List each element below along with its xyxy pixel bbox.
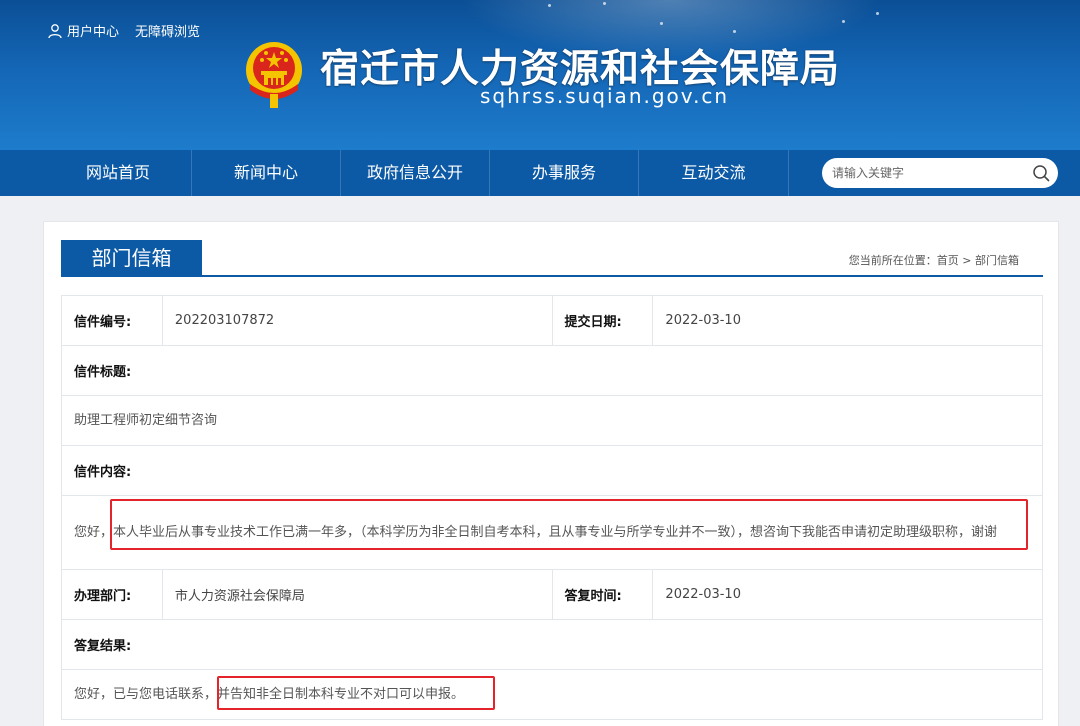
submit-date-label: 提交日期: (551, 295, 654, 346)
table-row: 您好，已与您电话联系，并告知非全日制本科专业不对口可以申报。 (61, 669, 1043, 720)
content-label: 信件内容: (61, 445, 1043, 496)
site-domain: sqhrss.suqian.gov.cn (480, 84, 730, 108)
search-box (822, 158, 1058, 188)
reply-result: 您好，已与您电话联系，并告知非全日制本科专业不对口可以申报。 (61, 669, 1043, 720)
letter-detail-table: 信件编号: 202203107872 提交日期: 2022-03-10 信件标题… (61, 295, 1043, 720)
reply-body: 并告知非全日制本科专业不对口可以申报。 (217, 686, 465, 702)
main-nav: 网站首页 新闻中心 政府信息公开 办事服务 互动交流 (0, 150, 1080, 196)
table-row: 信件标题: (61, 345, 1043, 396)
accessibility-link[interactable]: 无障碍浏览 (135, 21, 200, 40)
breadcrumb-prefix: 您当前所在位置： (848, 254, 937, 267)
letter-content-body: 本人毕业后从事专业技术工作已满一年多，（本科学历为非全日制自考本科，且从事专业与… (113, 524, 998, 540)
nav-divider (788, 150, 789, 196)
reply-time-label: 答复时间: (551, 569, 654, 620)
subject-label: 信件标题: (61, 345, 1043, 396)
letter-content: 您好，本人毕业后从事专业技术工作已满一年多，（本科学历为非全日制自考本科，且从事… (61, 495, 1043, 570)
nav-item-gov-info[interactable]: 政府信息公开 (341, 150, 489, 196)
reply-time: 2022-03-10 (652, 569, 1043, 620)
table-row: 助理工程师初定细节咨询 (61, 395, 1043, 446)
table-row: 办理部门: 市人力资源社会保障局 答复时间: 2022-03-10 (61, 569, 1043, 620)
letter-content-prefix: 您好， (74, 524, 114, 540)
breadcrumb: 您当前所在位置：首页 > 部门信箱 (849, 252, 1019, 268)
breadcrumb-separator: > (962, 254, 972, 267)
national-emblem-icon (246, 42, 302, 108)
table-row: 信件内容: (61, 445, 1043, 496)
search-input[interactable] (832, 163, 1022, 183)
section-title: 部门信箱 (61, 240, 202, 277)
letter-number: 202203107872 (161, 295, 553, 346)
nav-item-news[interactable]: 新闻中心 (192, 150, 340, 196)
site-header: 用户中心 无障碍浏览 宿迁市人力资源和社会保障局 sqhrss.suqian.g… (0, 0, 1080, 150)
table-row: 信件编号: 202203107872 提交日期: 2022-03-10 (61, 295, 1043, 346)
table-row: 答复结果: (61, 619, 1043, 670)
reply-prefix: 您好，已与您电话联系， (74, 686, 218, 702)
user-center-link[interactable]: 用户中心 (67, 21, 119, 40)
user-icon[interactable] (47, 23, 63, 39)
nav-item-services[interactable]: 办事服务 (490, 150, 638, 196)
search-icon[interactable] (1032, 164, 1050, 182)
content-panel: 部门信箱 您当前所在位置：首页 > 部门信箱 信件编号: 20220310787… (43, 221, 1059, 726)
nav-item-interaction[interactable]: 互动交流 (639, 150, 788, 196)
letter-number-label: 信件编号: (61, 295, 163, 346)
top-links: 用户中心 无障碍浏览 (47, 21, 200, 40)
handling-dept: 市人力资源社会保障局 (161, 569, 553, 620)
submit-date: 2022-03-10 (652, 295, 1043, 346)
breadcrumb-home-link[interactable]: 首页 (937, 254, 959, 267)
table-row: 您好，本人毕业后从事专业技术工作已满一年多，（本科学历为非全日制自考本科，且从事… (61, 495, 1043, 570)
nav-item-home[interactable]: 网站首页 (44, 150, 192, 196)
letter-subject: 助理工程师初定细节咨询 (61, 395, 1043, 446)
section-header: 部门信箱 您当前所在位置：首页 > 部门信箱 (61, 240, 1043, 277)
result-label: 答复结果: (61, 619, 1043, 670)
dept-label: 办理部门: (61, 569, 163, 620)
breadcrumb-current: 部门信箱 (975, 254, 1019, 267)
